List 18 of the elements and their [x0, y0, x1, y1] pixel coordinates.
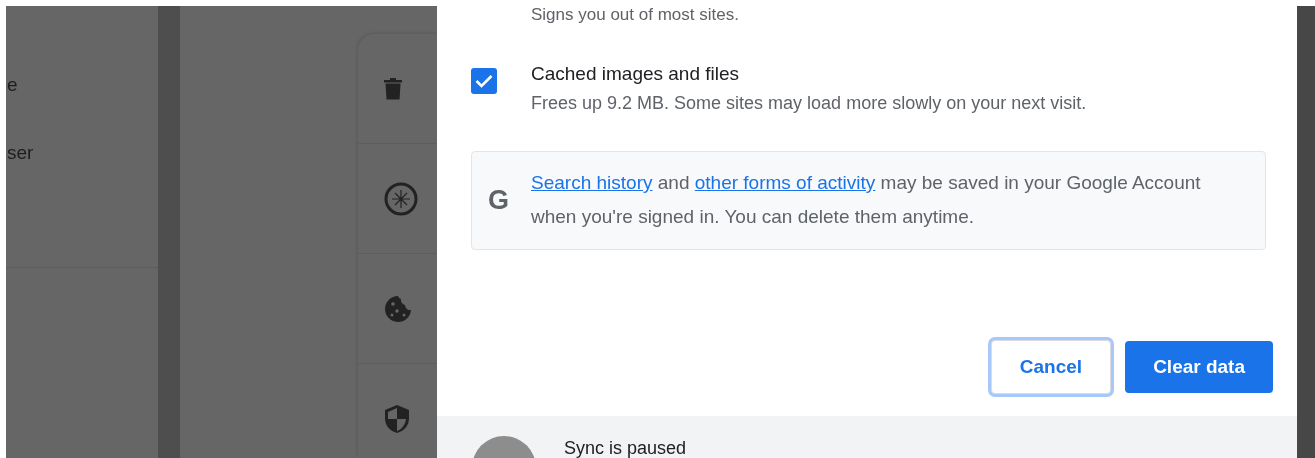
cancel-button[interactable]: Cancel	[990, 340, 1112, 394]
clear-data-button[interactable]: Clear data	[1125, 341, 1273, 393]
shield-icon	[384, 403, 410, 434]
trash-icon	[384, 77, 402, 100]
nav-item[interactable]: ser	[7, 142, 34, 164]
option-description: Frees up 9.2 MB. Some sites may load more slowly on your next visit.	[531, 92, 1087, 115]
notice-link[interactable]: Search history	[531, 172, 653, 193]
checkbox[interactable]	[471, 68, 497, 94]
sync-status: Sync is paused	[564, 438, 687, 458]
notice-text: Search history and other forms of activity may be saved in your Google Account when you're signed in. You can delete them anytime.	[531, 171, 1202, 229]
google-logo: G	[488, 184, 509, 216]
nav-item[interactable]: e	[7, 74, 18, 96]
notice-link[interactable]: other forms of activity	[694, 172, 876, 193]
option-title: Cached images and files	[531, 62, 741, 86]
check-icon	[475, 74, 493, 88]
compass-icon	[384, 181, 418, 216]
option-description: Signs you out of most sites.	[530, 6, 740, 24]
cookie-icon	[384, 294, 412, 323]
